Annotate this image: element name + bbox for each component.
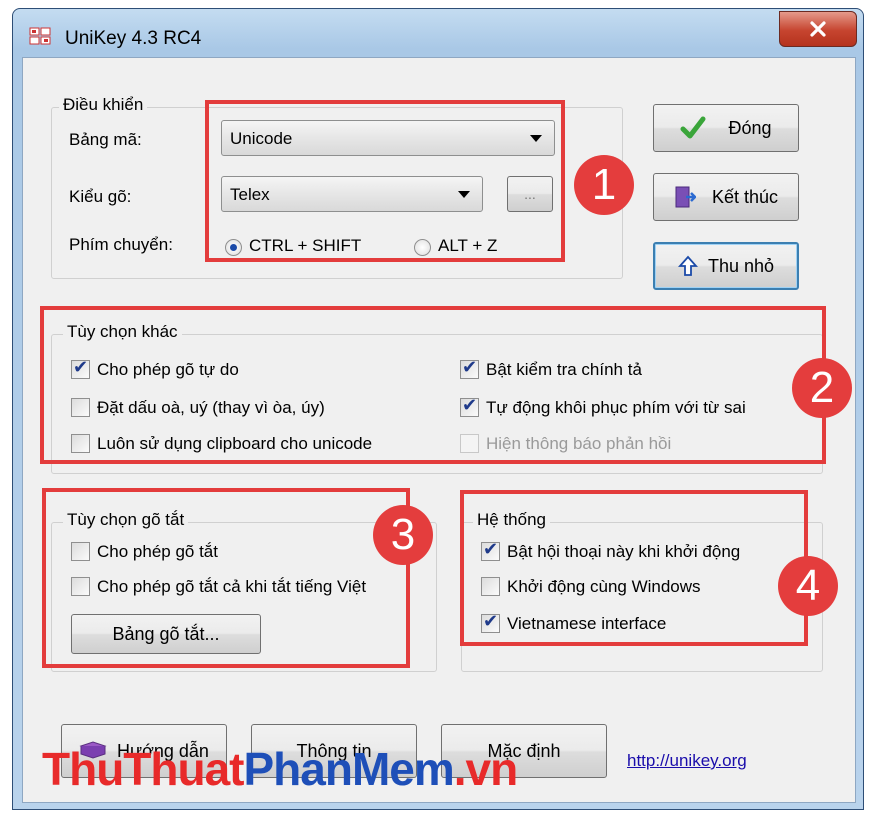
watermark-part-2: PhanMem	[243, 743, 455, 795]
shorthand-off-viet-label[interactable]: Cho phép gõ tắt cả khi tắt tiếng Việt	[97, 577, 366, 597]
unikey-app-icon	[29, 27, 51, 45]
bang-ma-value: Unicode	[230, 129, 293, 148]
kieu-go-value: Telex	[230, 185, 270, 204]
close-dialog-label: Đóng	[728, 117, 772, 138]
start-with-windows-label[interactable]: Khởi động cùng Windows	[507, 577, 701, 597]
other-options-legend: Tùy chọn khác	[63, 322, 182, 342]
radio-ctrl-shift[interactable]	[225, 239, 242, 256]
shorthand-label[interactable]: Cho phép gõ tắt	[97, 542, 218, 562]
auto-restore-label[interactable]: Tự động khôi phục phím với từ sai	[486, 398, 746, 418]
kieu-go-more-button[interactable]: ...	[507, 176, 553, 212]
bang-ma-select[interactable]: Unicode	[221, 120, 555, 156]
watermark-part-3: .vn	[453, 743, 518, 795]
annotation-badge-1: 1	[574, 155, 634, 215]
checkbox-shorthand[interactable]	[71, 542, 90, 561]
bang-ma-label: Bảng mã:	[69, 130, 142, 149]
chevron-down-icon	[458, 191, 470, 198]
clipboard-unicode-label[interactable]: Luôn sử dụng clipboard cho unicode	[97, 434, 372, 454]
close-dialog-button[interactable]: Đóng	[653, 104, 799, 152]
vietnamese-interface-label[interactable]: Vietnamese interface	[507, 614, 666, 634]
annotation-badge-4: 4	[778, 556, 838, 616]
minimize-label: Thu nhỏ	[707, 255, 775, 276]
exit-label: Kết thúc	[711, 186, 779, 207]
kieu-go-label: Kiểu gõ:	[69, 187, 132, 206]
annotation-badge-2: 2	[792, 358, 852, 418]
door-exit-icon	[675, 186, 696, 208]
show-on-startup-label[interactable]: Bật hội thoại này khi khởi động	[507, 542, 740, 562]
title-bar[interactable]: UniKey 4.3 RC4	[13, 9, 863, 59]
watermark-logo: ThuThuatPhanMem.vn	[42, 742, 518, 796]
dialog-client-area: Điều khiển Bảng mã: Unicode Kiểu gõ: Tel…	[22, 57, 856, 803]
window-title: UniKey 4.3 RC4	[65, 28, 202, 49]
checkbox-spell-check[interactable]	[460, 357, 479, 379]
radio-alt-z[interactable]	[414, 239, 431, 256]
checkbox-shorthand-off-viet[interactable]	[71, 577, 90, 596]
show-feedback-label: Hiện thông báo phản hồi	[486, 434, 672, 453]
watermark-part-1: ThuThuat	[42, 743, 244, 795]
arrow-up-icon	[677, 255, 698, 276]
shorthand-legend: Tùy chọn gõ tắt	[63, 510, 189, 530]
checkbox-auto-restore[interactable]	[460, 395, 479, 417]
minimize-button[interactable]: Thu nhỏ	[653, 242, 799, 290]
exit-button[interactable]: Kết thúc	[653, 173, 799, 221]
system-legend: Hệ thống	[473, 510, 550, 530]
checkbox-vietnamese-interface[interactable]	[481, 611, 500, 633]
checkbox-tone-placement[interactable]	[71, 398, 90, 417]
shorthand-table-button[interactable]: Bảng gõ tắt...	[71, 614, 261, 654]
checkmark-icon	[680, 116, 706, 139]
checkbox-clipboard-unicode[interactable]	[71, 434, 90, 453]
checkbox-show-feedback	[460, 434, 479, 453]
unikey-window: UniKey 4.3 RC4 Điều khiển Bảng mã: Unico…	[12, 8, 864, 810]
spell-check-label[interactable]: Bật kiểm tra chính tả	[486, 360, 642, 380]
checkbox-start-with-windows[interactable]	[481, 577, 500, 596]
free-typing-label[interactable]: Cho phép gõ tự do	[97, 360, 239, 380]
controls-legend: Điều khiển	[59, 95, 148, 115]
phim-chuyen-label: Phím chuyển:	[69, 235, 173, 254]
radio-alt-z-label[interactable]: ALT + Z	[438, 236, 497, 256]
window-close-button[interactable]	[779, 11, 857, 47]
close-icon	[810, 21, 826, 37]
unikey-website-link[interactable]: http://unikey.org	[627, 751, 747, 771]
tone-placement-label[interactable]: Đặt dấu oà, uý (thay vì òa, úy)	[97, 398, 325, 418]
checkbox-show-on-startup[interactable]	[481, 539, 500, 561]
checkbox-free-typing[interactable]	[71, 357, 90, 379]
kieu-go-select[interactable]: Telex	[221, 176, 483, 212]
radio-ctrl-shift-label[interactable]: CTRL + SHIFT	[249, 236, 361, 256]
annotation-badge-3: 3	[373, 505, 433, 565]
chevron-down-icon	[530, 135, 542, 142]
